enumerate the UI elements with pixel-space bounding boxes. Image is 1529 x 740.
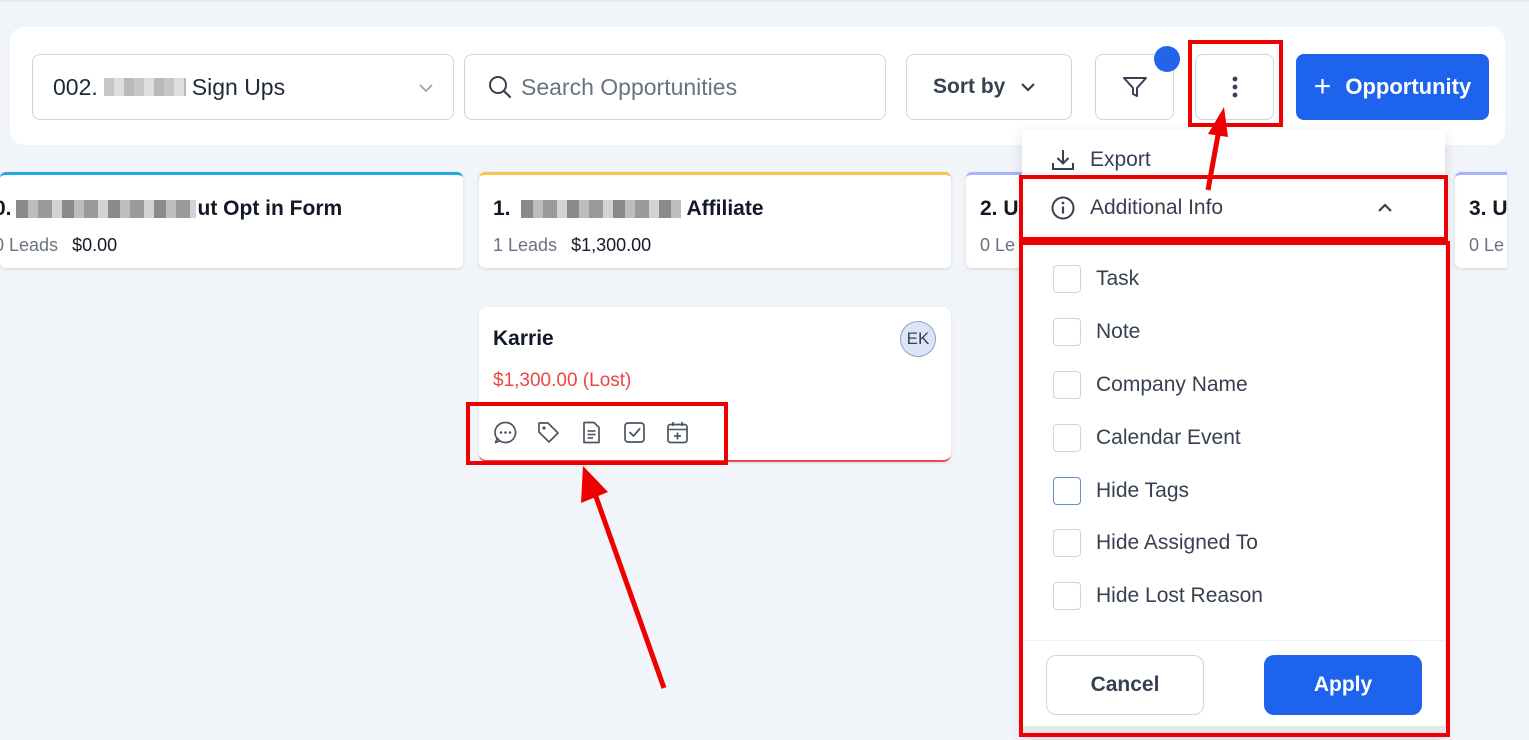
tag-icon[interactable] <box>536 420 561 445</box>
redacted-text <box>15 200 196 219</box>
option-label: Calendar Event <box>1096 426 1241 449</box>
option-hide-assigned-to[interactable]: Hide Assigned To <box>1053 529 1258 557</box>
plus-icon: + <box>1313 70 1332 103</box>
search-field[interactable] <box>464 54 886 120</box>
hide-tags-checkbox[interactable] <box>1053 477 1081 505</box>
sort-by-label: Sort by <box>933 75 1006 98</box>
sort-by-button[interactable]: Sort by <box>906 54 1072 120</box>
apply-button[interactable]: Apply <box>1264 655 1422 715</box>
pipeline-suffix: Sign Ups <box>191 73 286 100</box>
chevron-down-icon <box>1021 83 1036 92</box>
option-calendar-event[interactable]: Calendar Event <box>1053 424 1241 452</box>
company-name-checkbox[interactable] <box>1053 371 1081 399</box>
option-note[interactable]: Note <box>1053 318 1140 346</box>
top-divider <box>0 0 1529 2</box>
redacted-text <box>520 200 681 219</box>
pipeline-prefix: 002. <box>53 73 98 100</box>
menu-bottom-edge <box>1022 726 1445 736</box>
chat-icon[interactable] <box>493 420 518 445</box>
pipeline-select[interactable]: 002. Sign Ups <box>32 54 454 120</box>
opportunity-value: $1,300.00 (Lost) <box>493 370 632 391</box>
additional-info-label: Additional Info <box>1090 196 1224 219</box>
stage-meta: 1 Leads $1,300.00 <box>493 235 652 255</box>
card-action-icons <box>493 420 690 445</box>
option-label: Company Name <box>1096 373 1248 396</box>
stage-meta: 0 Leads $0.00 <box>0 235 118 255</box>
stage-column-header: 3. U 0 Le <box>1455 172 1507 268</box>
avatar[interactable]: EK <box>900 321 936 357</box>
note-checkbox[interactable] <box>1053 318 1081 346</box>
export-menu-item[interactable]: Export <box>1022 136 1445 184</box>
opportunity-card[interactable]: Karrie $1,300.00 (Lost) EK <box>479 307 951 462</box>
option-label: Hide Assigned To <box>1096 531 1258 554</box>
stage-title: 2. U <box>980 197 1019 220</box>
add-opportunity-label: Opportunity <box>1345 74 1472 99</box>
stage-column-header: 1. Affiliate 1 Leads $1,300.00 <box>479 172 951 268</box>
stage-meta: 0 Le <box>1469 235 1505 255</box>
add-opportunity-button[interactable]: + Opportunity <box>1296 54 1489 120</box>
filter-active-indicator <box>1154 46 1180 72</box>
option-task[interactable]: Task <box>1053 265 1139 293</box>
task-checkbox[interactable] <box>1053 265 1081 293</box>
stage-title: 1. Affiliate <box>493 197 764 220</box>
option-label: Hide Tags <box>1096 479 1190 502</box>
option-label: Note <box>1096 320 1141 343</box>
option-hide-lost-reason[interactable]: Hide Lost Reason <box>1053 582 1263 610</box>
info-icon <box>1051 196 1075 220</box>
opportunity-name: Karrie <box>493 327 554 350</box>
arrow-head-to-card-icons <box>581 466 608 503</box>
calendar-add-icon[interactable] <box>665 420 690 445</box>
task-icon[interactable] <box>622 420 647 445</box>
calendar-event-checkbox[interactable] <box>1053 424 1081 452</box>
stage-meta: 0 Le <box>980 235 1016 255</box>
cancel-button[interactable]: Cancel <box>1046 655 1204 715</box>
additional-info-toggle[interactable]: Additional Info <box>1022 184 1445 232</box>
stage-column-header: 0.ut Opt in Form 0 Leads$0.00 <box>0 172 463 268</box>
stage-title: 3. U <box>1469 197 1507 220</box>
chevron-down-icon <box>419 84 433 93</box>
more-options-button[interactable] <box>1195 54 1274 120</box>
export-label: Export <box>1090 148 1151 171</box>
chevron-up-icon <box>1378 203 1392 212</box>
note-icon[interactable] <box>579 420 604 445</box>
hide-lost-reason-checkbox[interactable] <box>1053 582 1081 610</box>
filter-icon <box>1122 77 1147 97</box>
search-icon <box>489 76 512 99</box>
stage-title: 0.ut Opt in Form <box>0 197 343 220</box>
redacted-text <box>103 78 186 96</box>
search-input[interactable] <box>519 72 863 102</box>
arrow-line-to-card-icons <box>592 493 667 689</box>
option-label: Task <box>1096 267 1140 290</box>
option-hide-tags[interactable]: Hide Tags <box>1053 477 1189 505</box>
download-icon <box>1052 150 1074 170</box>
option-company-name[interactable]: Company Name <box>1053 371 1248 399</box>
option-label: Hide Lost Reason <box>1096 584 1263 607</box>
hide-assigned-to-checkbox[interactable] <box>1053 529 1081 557</box>
kebab-menu-icon <box>1232 76 1237 98</box>
menu-divider <box>1022 640 1445 641</box>
options-dropdown-menu: Export Additional Info Task Note Company… <box>1022 130 1445 736</box>
